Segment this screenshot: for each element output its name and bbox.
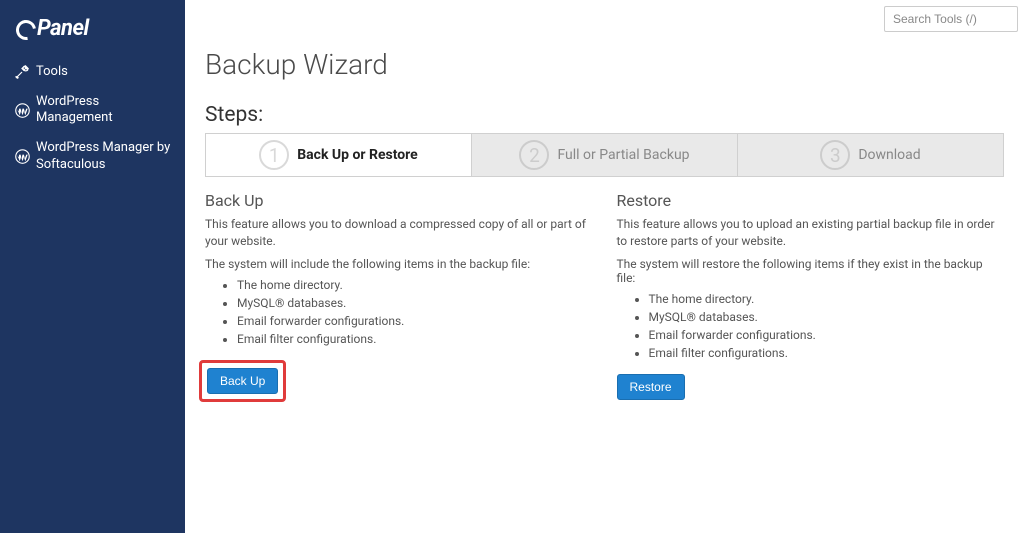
step-number: 2 bbox=[519, 140, 549, 170]
sidebar-item-tools[interactable]: Tools bbox=[0, 57, 185, 87]
backup-item-list: The home directory. MySQL® databases. Em… bbox=[205, 276, 593, 348]
stepper: 1 Back Up or Restore 2 Full or Partial B… bbox=[205, 133, 1004, 177]
page-title: Backup Wizard bbox=[205, 48, 1004, 81]
step-number: 1 bbox=[259, 140, 289, 170]
restore-subtext: The system will restore the following it… bbox=[617, 257, 1005, 285]
brand-logo-text: Panel bbox=[16, 16, 89, 41]
wordpress-icon bbox=[14, 149, 30, 165]
restore-description: This feature allows you to upload an exi… bbox=[617, 216, 1005, 251]
content: Backup Wizard Steps: 1 Back Up or Restor… bbox=[185, 38, 1024, 422]
brand-logo-icon bbox=[12, 16, 40, 44]
step-label: Full or Partial Backup bbox=[557, 147, 689, 163]
backup-title: Back Up bbox=[205, 191, 593, 210]
step-backup-or-restore[interactable]: 1 Back Up or Restore bbox=[206, 134, 472, 176]
sidebar-item-wordpress-manager-softaculous[interactable]: WordPress Manager by Softaculous bbox=[0, 133, 185, 180]
list-item: The home directory. bbox=[237, 276, 593, 294]
wrench-icon bbox=[14, 64, 30, 80]
list-item: Email forwarder configurations. bbox=[649, 326, 1005, 344]
wordpress-icon bbox=[14, 102, 30, 118]
highlight-box: Back Up bbox=[199, 360, 286, 402]
backup-description: This feature allows you to download a co… bbox=[205, 216, 593, 251]
list-item: Email forwarder configurations. bbox=[237, 312, 593, 330]
sidebar-item-label: WordPress Manager by Softaculous bbox=[36, 140, 171, 173]
list-item: MySQL® databases. bbox=[649, 308, 1005, 326]
columns: Back Up This feature allows you to downl… bbox=[205, 191, 1004, 402]
list-item: MySQL® databases. bbox=[237, 294, 593, 312]
step-label: Back Up or Restore bbox=[297, 147, 418, 163]
list-item: Email filter configurations. bbox=[649, 344, 1005, 362]
sidebar-item-label: WordPress Management bbox=[36, 94, 171, 127]
steps-label: Steps: bbox=[205, 103, 1004, 127]
restore-title: Restore bbox=[617, 191, 1005, 210]
list-item: Email filter configurations. bbox=[237, 330, 593, 348]
backup-section: Back Up This feature allows you to downl… bbox=[205, 191, 593, 402]
main: Backup Wizard Steps: 1 Back Up or Restor… bbox=[185, 0, 1024, 533]
step-full-or-partial[interactable]: 2 Full or Partial Backup bbox=[472, 134, 738, 176]
sidebar: Panel Tools WordPress Management WordPre… bbox=[0, 0, 185, 533]
restore-section: Restore This feature allows you to uploa… bbox=[617, 191, 1005, 402]
brand-logo: Panel bbox=[0, 8, 185, 57]
backup-button[interactable]: Back Up bbox=[207, 368, 278, 394]
sidebar-item-label: Tools bbox=[36, 64, 68, 80]
list-item: The home directory. bbox=[649, 290, 1005, 308]
restore-item-list: The home directory. MySQL® databases. Em… bbox=[617, 290, 1005, 362]
step-label: Download bbox=[858, 147, 920, 163]
step-number: 3 bbox=[820, 140, 850, 170]
topbar bbox=[185, 0, 1024, 38]
restore-button[interactable]: Restore bbox=[617, 374, 685, 400]
backup-subtext: The system will include the following it… bbox=[205, 257, 593, 271]
search-input[interactable] bbox=[884, 6, 1018, 32]
sidebar-item-wordpress-management[interactable]: WordPress Management bbox=[0, 87, 185, 134]
step-download[interactable]: 3 Download bbox=[738, 134, 1003, 176]
